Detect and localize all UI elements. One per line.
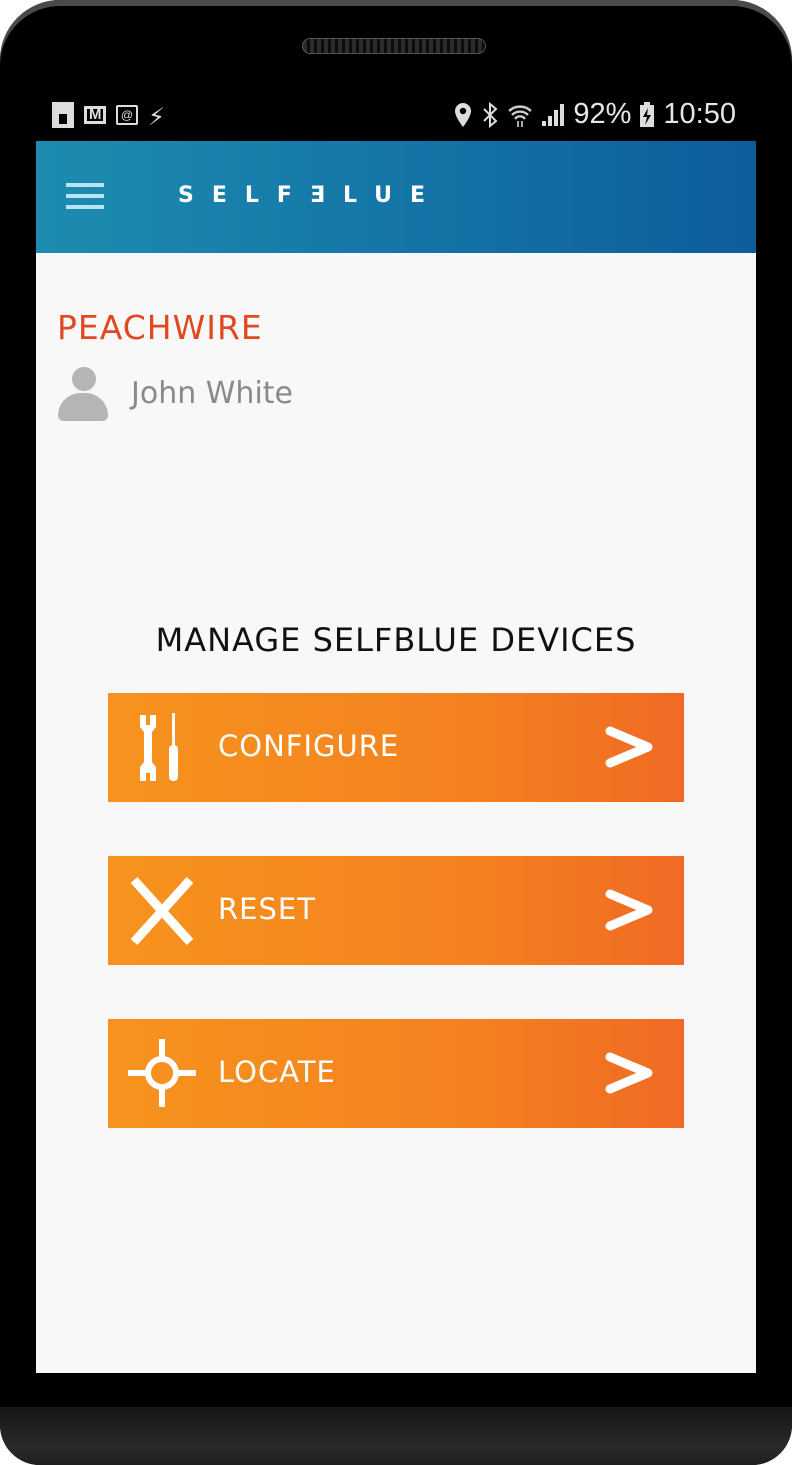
phone-chin bbox=[0, 1407, 792, 1465]
chevron-right-icon bbox=[605, 726, 653, 768]
chevron-right-icon bbox=[605, 889, 653, 931]
wrench-screwdriver-icon bbox=[140, 713, 178, 781]
phone-frame: @ ⚡︎ 92% 10:50 SELFƎLUE PEACHWIRE John W… bbox=[0, 0, 792, 1465]
battery-percent: 92% bbox=[573, 98, 632, 130]
configure-label: CONFIGURE bbox=[218, 729, 400, 763]
app-bar: SELFƎLUE bbox=[36, 141, 756, 253]
cell-signal-icon bbox=[542, 103, 565, 126]
email-icon: @ bbox=[116, 105, 138, 125]
locate-button[interactable]: LOCATE bbox=[108, 1019, 684, 1128]
hamburger-menu-icon[interactable] bbox=[66, 183, 104, 209]
charging-bolt-icon: ⚡︎ bbox=[148, 104, 165, 131]
sim-card-icon bbox=[52, 102, 74, 128]
main-screen: PEACHWIRE John White MANAGE SELFBLUE DEV… bbox=[36, 253, 756, 1373]
wifi-icon bbox=[508, 104, 533, 127]
status-bar: @ ⚡︎ 92% 10:50 bbox=[36, 96, 756, 138]
locate-label: LOCATE bbox=[218, 1055, 336, 1089]
chevron-right-icon bbox=[605, 1052, 653, 1094]
battery-charging-icon bbox=[640, 101, 655, 127]
crosshair-target-icon bbox=[128, 1039, 196, 1107]
clock: 10:50 bbox=[663, 98, 736, 130]
bluetooth-icon bbox=[483, 101, 498, 128]
configure-button[interactable]: CONFIGURE bbox=[108, 693, 684, 802]
user-avatar-icon bbox=[58, 365, 108, 421]
gmail-icon bbox=[84, 106, 106, 124]
user-info: John White bbox=[58, 365, 293, 421]
reset-label: RESET bbox=[218, 892, 316, 926]
user-name: John White bbox=[131, 375, 293, 411]
reset-button[interactable]: RESET bbox=[108, 856, 684, 965]
brand-logo: SELFƎLUE bbox=[178, 183, 444, 208]
organization-name: PEACHWIRE bbox=[57, 308, 263, 347]
section-title: MANAGE SELFBLUE DEVICES bbox=[155, 621, 637, 659]
earpiece-speaker bbox=[302, 38, 486, 54]
location-pin-icon bbox=[455, 102, 472, 127]
x-cross-icon bbox=[130, 876, 194, 946]
